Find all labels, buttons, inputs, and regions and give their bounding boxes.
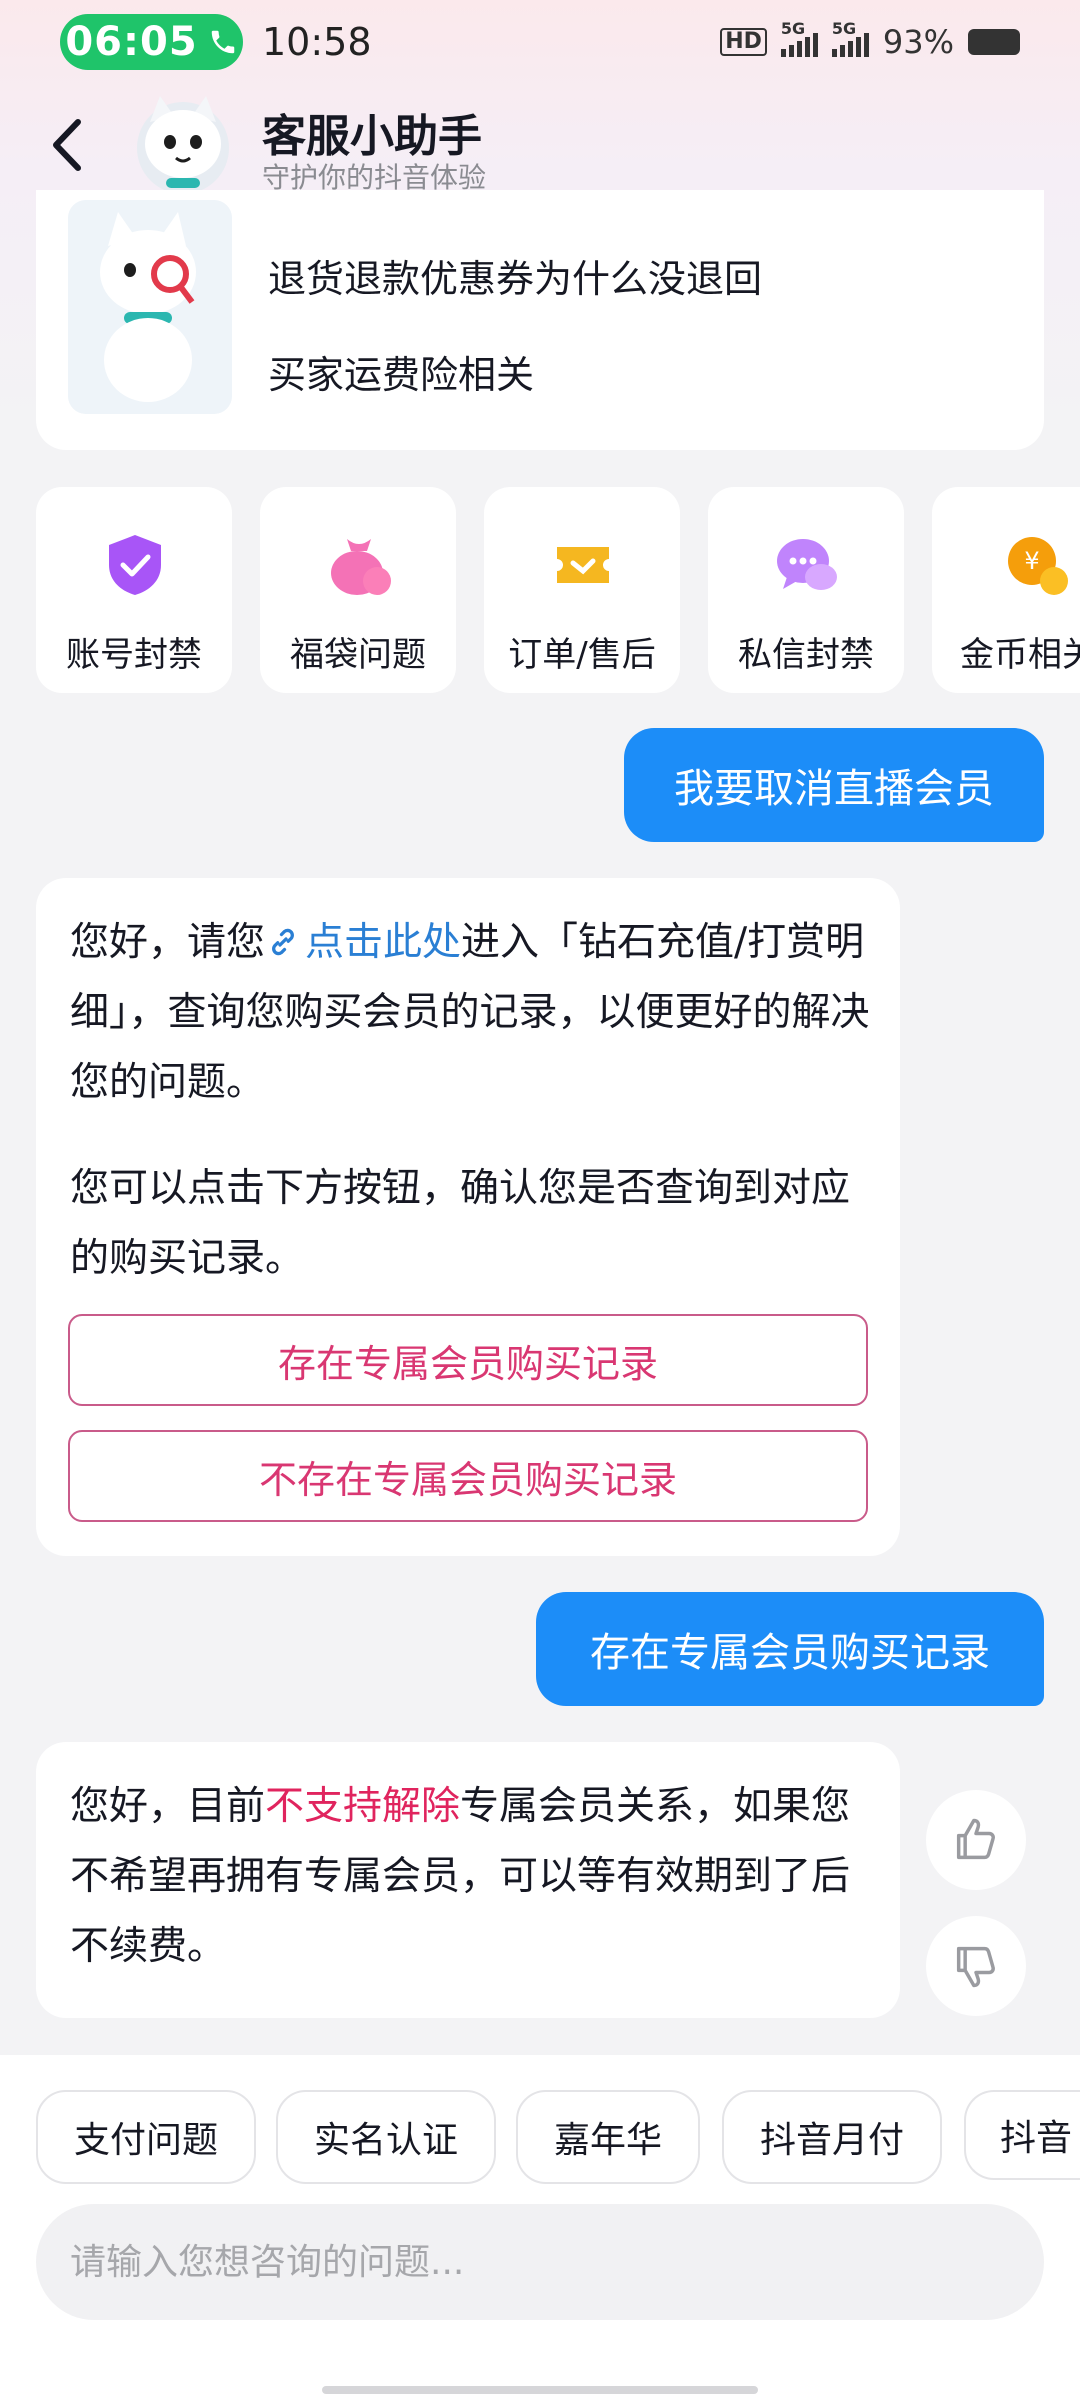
- signal-icon-2: 5G: [831, 19, 869, 57]
- option-has-record-button[interactable]: 存在专属会员购买记录: [68, 1314, 868, 1406]
- battery-percent: 93%: [882, 23, 954, 61]
- bot-message-card: 您好，目前不支持解除专属会员关系，如果您不希望再拥有专属会员，可以等有效期到了后…: [36, 1742, 900, 2018]
- faq-question-1[interactable]: 退货退款优惠券为什么没退回: [268, 248, 762, 303]
- ongoing-call-pill[interactable]: 06:05: [60, 14, 243, 70]
- user-message: 我要取消直播会员: [624, 728, 1044, 842]
- category-dm-ban[interactable]: 私信封禁: [708, 487, 904, 693]
- system-indicators: HD 5G 5G 93%: [720, 14, 1020, 70]
- svg-text:¥: ¥: [1024, 547, 1039, 575]
- bot-message-paragraph: 您好，请您 点击此处进入「钻石充值/打赏明细」，查询您购买会员的记录，以便更好的解…: [70, 920, 870, 1105]
- thumbs-up-button[interactable]: [926, 1790, 1026, 1890]
- order-ticket-icon: [557, 547, 609, 583]
- bot-message-paragraph: 您好，目前不支持解除专属会员关系，如果您不希望再拥有专属会员，可以等有效期到了后…: [70, 1784, 851, 1969]
- highlight-text: 不支持解除: [265, 1784, 461, 1829]
- signal-icon: 5G: [780, 19, 818, 57]
- thumbs-up-icon: [956, 1818, 995, 1860]
- quick-chip-douyin[interactable]: 抖音: [964, 2090, 1080, 2180]
- page-title: 客服小助手: [262, 111, 482, 162]
- quick-chip-realname[interactable]: 实名认证: [276, 2090, 496, 2184]
- question-input[interactable]: [36, 2204, 1044, 2320]
- status-time: 10:58: [262, 20, 372, 64]
- phone-icon: [211, 30, 234, 54]
- bot-message-card: 您好，请您 点击此处进入「钻石充值/打赏明细」，查询您购买会员的记录，以便更好的解…: [36, 878, 900, 1556]
- gold-coin-icon: ¥: [1008, 537, 1068, 595]
- quick-chip-carnival[interactable]: 嘉年华: [516, 2090, 700, 2184]
- assistant-avatar: [137, 96, 229, 194]
- quick-chip-payment[interactable]: 支付问题: [36, 2090, 256, 2184]
- shield-check-icon: [109, 535, 161, 595]
- quick-chip-monthly-pay[interactable]: 抖音月付: [722, 2090, 942, 2184]
- lucky-bag-icon: [331, 539, 391, 595]
- back-arrow-icon[interactable]: [44, 110, 92, 180]
- home-indicator[interactable]: [322, 2386, 758, 2394]
- category-label: 私信封禁: [738, 635, 874, 675]
- category-gold-coin[interactable]: ¥ 金币相关: [932, 487, 1080, 693]
- bot-message-paragraph: 您可以点击下方按钮，确认您是否查询到对应的购买记录。: [70, 1166, 851, 1281]
- click-here-link[interactable]: 点击此处: [305, 920, 461, 965]
- thumbs-down-button[interactable]: [926, 1916, 1026, 2016]
- call-timer: 06:05: [65, 19, 198, 65]
- mascot-magnifier-image: [68, 200, 232, 414]
- category-lucky-bag[interactable]: 福袋问题: [260, 487, 456, 693]
- category-label: 订单/售后: [508, 635, 656, 675]
- category-order-aftersale[interactable]: 订单/售后: [484, 487, 680, 693]
- chat-bubble-icon: [777, 539, 837, 590]
- category-label: 福袋问题: [290, 635, 426, 675]
- thumbs-down-icon: [956, 1946, 995, 1988]
- category-label: 账号封禁: [66, 635, 202, 675]
- user-message: 存在专属会员购买记录: [536, 1592, 1044, 1706]
- hd-voice-indicator: HD: [720, 28, 767, 56]
- category-account-ban[interactable]: 账号封禁: [36, 487, 232, 693]
- option-no-record-button[interactable]: 不存在专属会员购买记录: [68, 1430, 868, 1522]
- faq-question-2[interactable]: 买家运费险相关: [268, 344, 534, 399]
- category-label: 金币相关: [960, 635, 1080, 675]
- battery-icon: [968, 29, 1020, 55]
- link-icon: [272, 928, 294, 956]
